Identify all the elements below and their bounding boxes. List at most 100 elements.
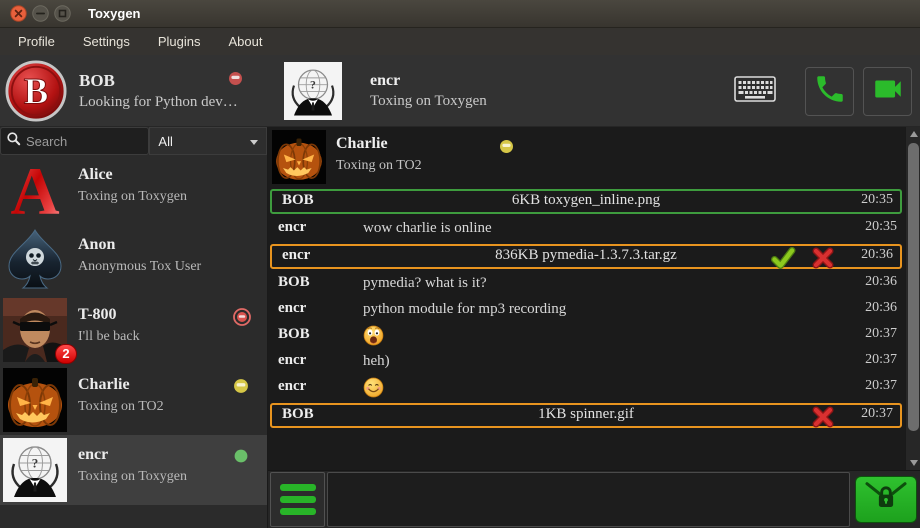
search-input[interactable]	[26, 134, 144, 149]
message-text: wow charlie is online	[363, 220, 492, 237]
shocked-face-icon	[363, 325, 384, 346]
self-avatar: B	[5, 60, 67, 122]
message-row: encr heh) 20:37	[268, 349, 904, 375]
menu-item-settings[interactable]: Settings	[69, 29, 144, 54]
message-time: 20:37	[861, 406, 893, 422]
file-transfer-row: encr836KB pymedia-1.3.7.3.tar.gz20:36	[270, 244, 902, 269]
cancel-file-button[interactable]	[810, 245, 836, 271]
contact-avatar-letter-a: A	[3, 158, 67, 222]
contact-row[interactable]: ?encrToxing on Toxygen	[0, 435, 267, 505]
audio-call-button[interactable]	[805, 67, 854, 116]
away-status-icon	[499, 139, 514, 154]
menu-item-plugins[interactable]: Plugins	[144, 29, 215, 54]
contacts-sidebar: All A Alice Toxing on Toxygen AnonAnonymous…	[0, 127, 268, 528]
title-bar[interactable]: Toxygen	[0, 0, 920, 28]
message-sender: encr	[278, 300, 306, 317]
contact-row[interactable]: AnonAnonymous Tox User	[0, 225, 267, 295]
scroll-up-button[interactable]	[906, 127, 920, 141]
message-sender: encr	[278, 219, 306, 236]
message-time: 20:36	[861, 247, 893, 263]
contact-row[interactable]: T-800 I'll be back2	[0, 295, 267, 365]
accept-file-button[interactable]	[770, 245, 796, 271]
cancel-file-button[interactable]	[810, 404, 836, 430]
contact-status-message: Toxing on Toxygen	[78, 189, 187, 205]
message-time: 20:36	[865, 274, 897, 290]
message-sender: encr	[278, 352, 306, 369]
maximize-window-icon[interactable]	[54, 5, 71, 22]
contact-name: Alice	[78, 166, 113, 184]
conversation-peer: ? encr Toxing on Toxygen	[284, 62, 487, 120]
message-sender: BOB	[282, 192, 314, 209]
search-icon	[6, 131, 21, 151]
typing-notification-button[interactable]	[732, 75, 778, 107]
message-time: 20:35	[861, 192, 893, 208]
menu-icon	[280, 484, 316, 491]
svg-text:A: A	[10, 158, 59, 222]
banner-avatar	[272, 130, 326, 184]
message-time: 20:37	[865, 326, 897, 342]
busy-ring-status-icon	[233, 308, 251, 326]
call-icon	[813, 72, 847, 111]
message-list: BOB 6KB toxygen_inline.png 20:35 encr wow ch…	[268, 189, 904, 428]
svg-text:?: ?	[32, 456, 39, 471]
menu-item-about[interactable]: About	[214, 29, 276, 54]
scrollbar-thumb[interactable]	[908, 143, 919, 431]
send-encrypted-icon	[861, 478, 911, 521]
message-text: heh)	[363, 353, 390, 370]
attachments-menu-button[interactable]	[270, 472, 325, 527]
contact-status-message: Toxing on TO2	[78, 399, 164, 415]
message-sender: BOB	[282, 406, 314, 423]
contact-name: T-800	[78, 306, 117, 324]
message-sender: BOB	[278, 326, 310, 343]
message-row: BOBpymedia? what is it?20:36	[268, 271, 904, 297]
file-transfer-row: BOB 6KB toxygen_inline.png 20:35	[270, 189, 902, 214]
file-transfer-row: BOB1KB spinner.gif20:37	[270, 403, 902, 428]
cross-icon	[810, 418, 836, 433]
triangle-down-icon	[910, 460, 918, 466]
self-profile[interactable]: B BOB Looking for Python dev…	[0, 55, 268, 127]
unread-count-badge: 2	[55, 344, 77, 364]
message-time: 20:35	[865, 219, 897, 235]
contact-status-message: I'll be back	[78, 329, 140, 345]
keyboard-icon	[734, 76, 776, 107]
video-call-button[interactable]	[863, 67, 912, 116]
message-row: encr 20:37	[268, 375, 904, 401]
peer-name: encr	[370, 72, 487, 90]
banner-status-message: Toxing on TO2	[336, 158, 422, 174]
message-row: encr wow charlie is online 20:35	[268, 216, 904, 242]
contact-row[interactable]: CharlieToxing on TO2	[0, 365, 267, 435]
peer-banner: Charlie Toxing on TO2	[268, 127, 904, 187]
message-row: BOB 20:37	[268, 323, 904, 349]
minimize-window-icon[interactable]	[32, 5, 49, 22]
contact-status-message: Anonymous Tox User	[78, 259, 201, 275]
contact-row[interactable]: A Alice Toxing on Toxygen	[0, 155, 267, 225]
contact-filter-dropdown[interactable]: All	[149, 127, 267, 155]
close-window-icon[interactable]	[10, 5, 27, 22]
main-area: All A Alice Toxing on Toxygen AnonAnonymous…	[0, 127, 920, 528]
filter-row: All	[0, 127, 267, 155]
svg-text:?: ?	[310, 78, 316, 91]
contact-avatar-pumpkin	[3, 368, 67, 432]
search-box[interactable]	[0, 127, 149, 155]
away-status-icon	[233, 378, 249, 394]
chat-panel: Charlie Toxing on TO2 BOB 6KB toxygen_inl…	[268, 127, 920, 528]
message-time: 20:37	[865, 378, 897, 394]
message-sender: encr	[278, 378, 306, 395]
message-text: pymedia? what is it?	[363, 275, 487, 292]
peer-avatar: ?	[284, 62, 342, 120]
message-input[interactable]	[327, 472, 850, 527]
message-row: encrpython module for mp3 recording20:36	[268, 297, 904, 323]
menu-item-profile[interactable]: Profile	[4, 29, 69, 54]
contact-list: A Alice Toxing on Toxygen AnonAnonymous Tox…	[0, 155, 267, 528]
message-time: 20:36	[865, 300, 897, 316]
scroll-down-button[interactable]	[906, 456, 920, 470]
message-time: 20:37	[865, 352, 897, 368]
message-sender: encr	[282, 247, 310, 264]
file-transfer-label: 6KB toxygen_inline.png	[512, 192, 660, 209]
chevron-down-icon	[250, 140, 258, 145]
send-message-button[interactable]	[855, 476, 917, 523]
triangle-up-icon	[910, 131, 918, 137]
smiling-face-icon	[363, 377, 384, 398]
self-status-message: Looking for Python dev…	[79, 94, 238, 111]
contact-avatar-spade-skull	[3, 228, 67, 292]
